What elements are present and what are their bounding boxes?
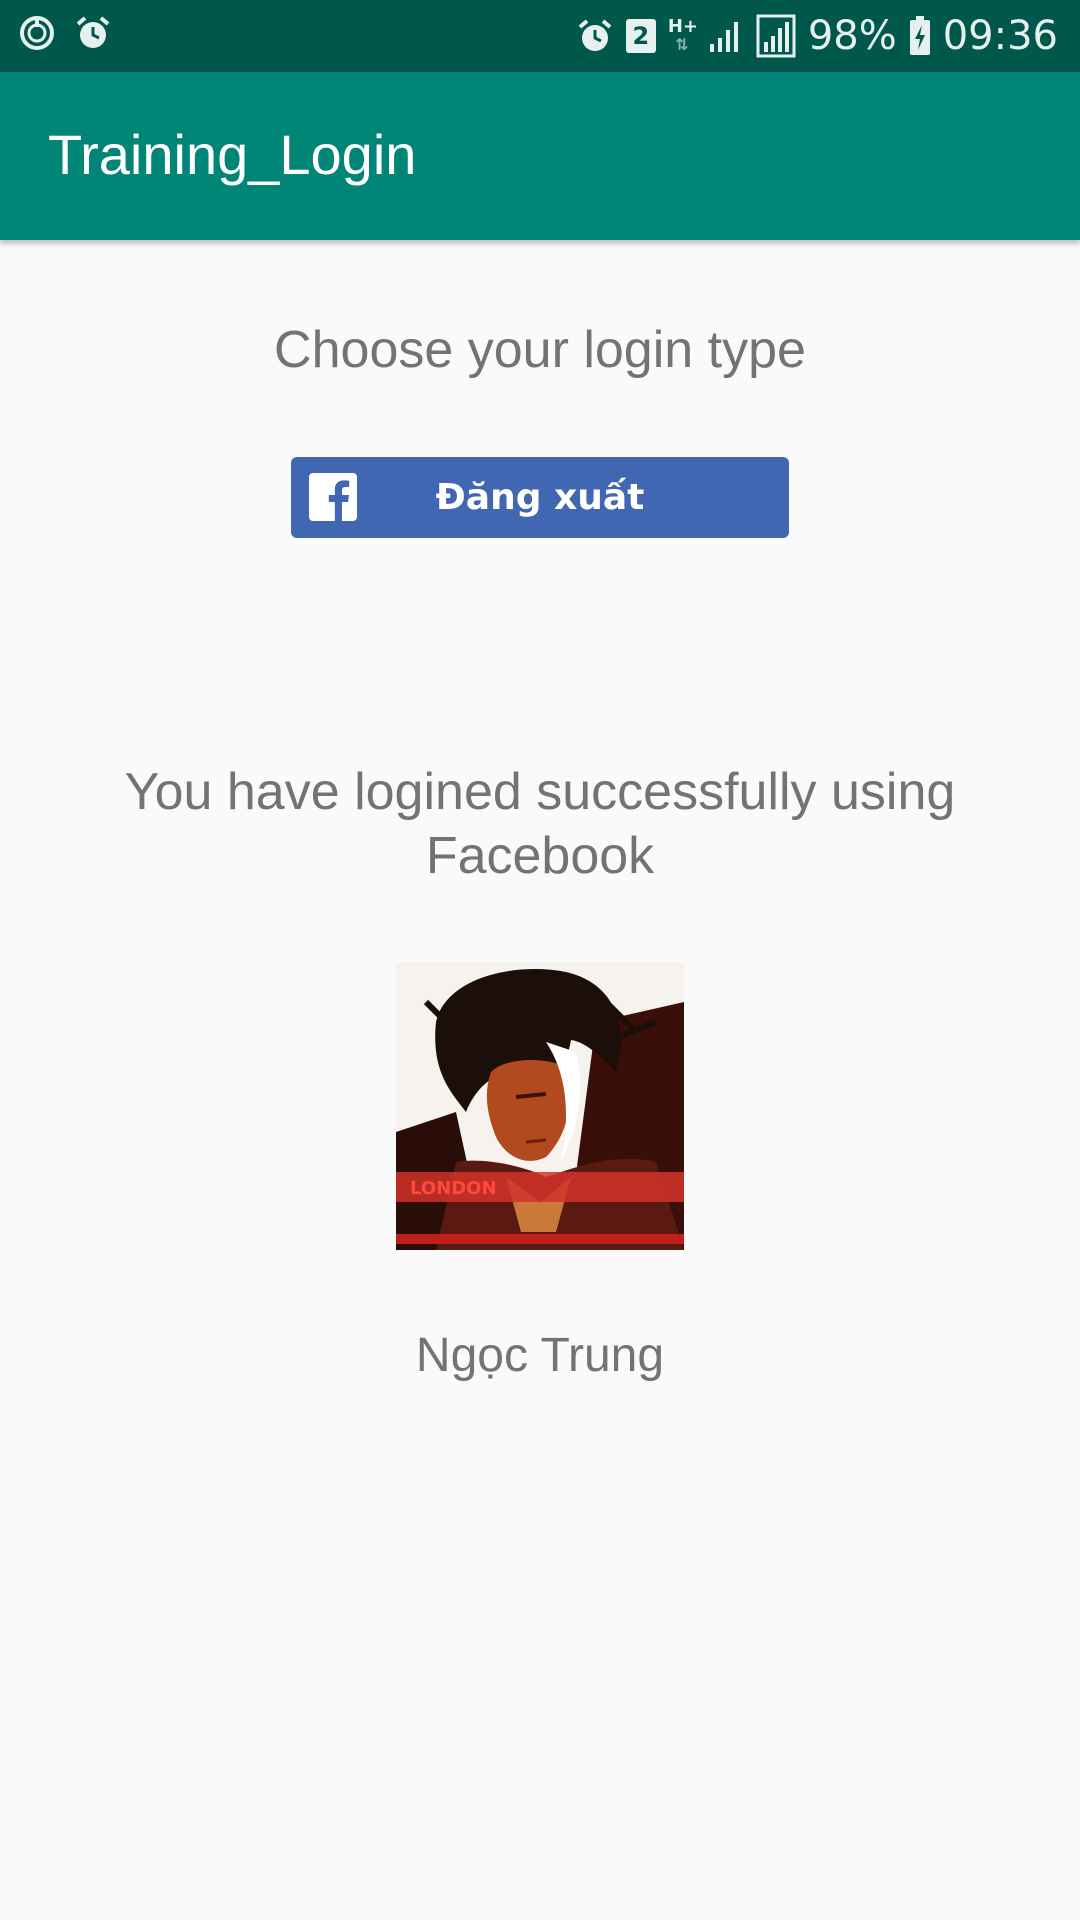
clock: 09:36 <box>942 13 1058 59</box>
alarm-icon <box>576 17 614 55</box>
status-right-icons: 2 H+ ⇅ 98% 09:36 <box>576 10 1058 62</box>
network-type-label: H+ <box>667 16 698 37</box>
facebook-logout-button[interactable]: Đăng xuất <box>291 457 789 538</box>
profile-avatar: LONDON <box>396 962 684 1250</box>
signal-icon <box>756 14 796 58</box>
battery-percent: 98% <box>807 13 897 59</box>
data-arrows-icon: ⇅ <box>675 35 689 54</box>
status-bar: 2 H+ ⇅ 98% 09:36 <box>0 0 1080 72</box>
alarm-icon <box>74 14 112 52</box>
notification-badge: 2 <box>625 19 656 53</box>
screen: 2 H+ ⇅ 98% 09:36 Training_Login Choose y… <box>0 0 1080 1920</box>
avatar-overlay-text: LONDON <box>410 1178 497 1199</box>
signal-icon <box>708 18 744 54</box>
choose-login-type-label: Choose your login type <box>274 321 806 379</box>
app-bar: Training_Login <box>0 72 1080 240</box>
status-left-icons <box>18 14 112 52</box>
app-title: Training_Login <box>48 123 417 186</box>
battery-icon <box>909 16 931 56</box>
user-name-label: Ngọc Trung <box>415 1329 665 1382</box>
sync-icon <box>18 14 56 52</box>
login-success-message: You have logined successfully using Face… <box>124 763 956 885</box>
hplus-icon: H+ ⇅ <box>667 16 698 54</box>
facebook-button-label: Đăng xuất <box>435 477 645 518</box>
